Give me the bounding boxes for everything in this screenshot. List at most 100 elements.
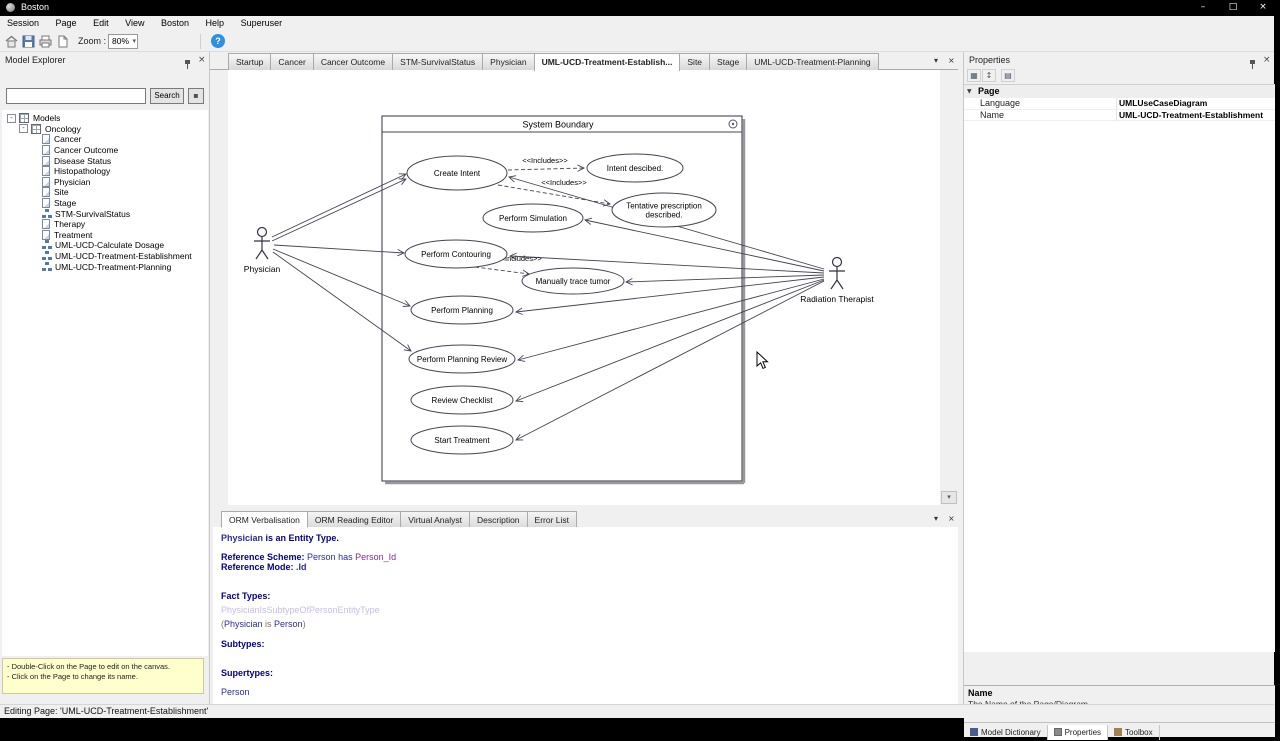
tab-physician[interactable]: Physician [482, 53, 535, 70]
bottom-close-icon[interactable]: × [948, 514, 955, 524]
property-value[interactable]: UML-UCD-Treatment-Establishment [1119, 110, 1263, 122]
tab-model-dictionary[interactable]: Model Dictionary [964, 724, 1048, 740]
help-icon[interactable]: ? [211, 34, 225, 48]
wrench-icon [1114, 728, 1123, 736]
verbalization-line: Reference Scheme: Person has Person_Id [221, 552, 396, 562]
tree-item-label: Disease Status [54, 155, 112, 166]
pin-icon[interactable] [184, 60, 191, 69]
menu-superuser[interactable]: Superuser [234, 16, 290, 31]
search-options-icon[interactable]: ▪ [188, 88, 204, 104]
tab-cancer-outcome[interactable]: Cancer Outcome [312, 53, 394, 70]
tree-item-stm-survivalstatus[interactable]: STM-SurvivalStatus [2, 208, 208, 219]
usecase-start-treatment[interactable]: Start Treatment [410, 425, 514, 455]
tree-item-uml-ucd-treatment-establishment[interactable]: UML-UCD-Treatment-Establishment [2, 251, 208, 262]
diagram-canvas[interactable]: System Boundary <<Includes>> <<Includes>… [228, 70, 940, 505]
panel-close-icon[interactable]: × [1263, 56, 1271, 65]
tab-stm-survivalstatus[interactable]: STM-SurvivalStatus [392, 53, 484, 70]
actor-physician[interactable]: Physician [244, 226, 281, 275]
verbalization-line: Physician is an Entity Type. [221, 533, 339, 543]
tree-item-histopathology[interactable]: Histopathology [2, 166, 208, 177]
tree-item-models[interactable]: - Models [2, 113, 208, 124]
menu-edit[interactable]: Edit [86, 16, 116, 31]
property-row-language[interactable]: Language UMLUseCaseDiagram [964, 98, 1275, 110]
property-value[interactable]: UMLUseCaseDiagram [1119, 98, 1207, 110]
entity-name: Physician [221, 533, 266, 543]
tab-properties[interactable]: Properties [1047, 724, 1109, 740]
close-button[interactable]: × [1249, 0, 1277, 16]
tree-item-cancer-outcome[interactable]: Cancer Outcome [2, 145, 208, 156]
tree-item-treatment[interactable]: Treatment [2, 229, 208, 241]
tree-item-label: Cancer [54, 134, 82, 145]
canvas-scrollbar[interactable]: ▾ [940, 70, 958, 505]
property-row-name[interactable]: Name UML-UCD-Treatment-Establishment [964, 110, 1275, 122]
print-icon[interactable] [38, 34, 53, 49]
usecase-perform-simulation[interactable]: Perform Simulation [482, 203, 584, 233]
maximize-button[interactable]: □ [1219, 0, 1247, 16]
menu-view[interactable]: View [118, 16, 151, 31]
save-icon[interactable] [21, 34, 36, 49]
categorized-icon[interactable]: ▦ [967, 69, 981, 82]
tree-item-label: UML-UCD-Treatment-Planning [55, 261, 172, 272]
zoom-dropdown-icon[interactable]: ▾ [132, 35, 136, 48]
collapse-icon[interactable]: - [19, 124, 28, 134]
sort-alphabetical-icon[interactable]: ↕ [982, 69, 996, 82]
verbalization-line: Reference Mode: .Id [221, 562, 307, 572]
tree-item-physician[interactable]: Physician [2, 176, 208, 188]
zoom-select[interactable]: 80% ▾ [108, 34, 138, 49]
tree-item-disease-status[interactable]: Disease Status [2, 155, 208, 166]
boundary-badge-icon [731, 122, 735, 126]
tree-item-site[interactable]: Site [2, 187, 208, 198]
tree-item-cancer[interactable]: Cancer [2, 134, 208, 145]
tab-toolbox[interactable]: Toolbox [1108, 724, 1160, 740]
tab-close-icon[interactable]: × [948, 56, 955, 66]
actor-radiation-therapist[interactable]: Radiation Therapist [800, 256, 874, 305]
tree-item-uml-ucd-treatment-planning[interactable]: UML-UCD-Treatment-Planning [2, 261, 208, 272]
tab-description[interactable]: Description [469, 511, 528, 528]
minimize-button[interactable]: – [1189, 0, 1217, 16]
tab-startup[interactable]: Startup [228, 53, 272, 70]
menu-help[interactable]: Help [199, 16, 232, 31]
tree-item-uml-ucd-calculate-dosage[interactable]: UML-UCD-Calculate Dosage [2, 240, 208, 251]
usecase-create-intent[interactable]: Create Intent [406, 155, 508, 191]
new-page-icon[interactable] [55, 34, 70, 49]
search-button[interactable]: Search [150, 88, 184, 104]
collapse-icon[interactable]: - [7, 113, 16, 123]
usecase-perform-planning[interactable]: Perform Planning [410, 295, 514, 325]
tab-virtual-analyst[interactable]: Virtual Analyst [400, 511, 471, 528]
menu-session[interactable]: Session [0, 16, 46, 31]
scroll-down-icon[interactable]: ▾ [941, 491, 957, 504]
menu-page[interactable]: Page [49, 16, 84, 31]
usecase-tentative-prescription[interactable]: Tentative prescription described. [611, 192, 717, 228]
tree-item-therapy[interactable]: Therapy [2, 219, 208, 230]
usecase-perform-contouring[interactable]: Perform Contouring [404, 239, 508, 269]
bottom-overflow-icon[interactable]: ▾ [934, 514, 938, 524]
usecase-review-checklist[interactable]: Review Checklist [410, 385, 514, 415]
fact-types-heading: Fact Types: [221, 591, 271, 601]
tab-overflow-icon[interactable]: ▾ [934, 56, 938, 66]
page-icon [42, 145, 50, 156]
tab-cancer[interactable]: Cancer [270, 53, 314, 70]
usecase-intent-described[interactable]: Intent descibed. [586, 153, 684, 183]
panel-close-icon[interactable]: × [198, 56, 206, 65]
tab-uml-ucd-treatment-planning[interactable]: UML-UCD-Treatment-Planning [746, 53, 879, 70]
home-icon[interactable] [4, 34, 19, 49]
tree-item-oncology[interactable]: - Oncology [2, 123, 208, 135]
category-expand-icon[interactable]: ▼ [967, 85, 972, 98]
tab-orm-reading-editor[interactable]: ORM Reading Editor [306, 511, 402, 528]
status-bar: Editing Page: 'UML-UCD-Treatment-Establi… [0, 704, 1274, 718]
tree-item-label: Histopathology [54, 166, 111, 177]
usecase-manually-trace-tumor[interactable]: Manually trace tumor [521, 267, 625, 295]
supertype-link[interactable]: Person [221, 687, 250, 697]
category-row-page[interactable]: ▼ Page [964, 85, 1275, 98]
model-tree: - Models - Oncology Cancer Cancer Outcome … [2, 110, 208, 656]
menu-boston[interactable]: Boston [154, 16, 196, 31]
tree-item-stage[interactable]: Stage [2, 198, 208, 209]
search-input[interactable] [6, 88, 146, 104]
tab-site[interactable]: Site [679, 53, 711, 70]
tab-error-list[interactable]: Error List [526, 511, 578, 528]
tab-stage[interactable]: Stage [709, 53, 748, 70]
usecase-perform-planning-review[interactable]: Perform Planning Review [408, 344, 516, 374]
tab-uml-ucd-treatment-establishment[interactable]: UML-UCD-Treatment-Establish... [533, 53, 681, 71]
property-pages-icon[interactable]: ▤ [1001, 69, 1015, 82]
tab-orm-verbalisation[interactable]: ORM Verbalisation [221, 511, 308, 528]
